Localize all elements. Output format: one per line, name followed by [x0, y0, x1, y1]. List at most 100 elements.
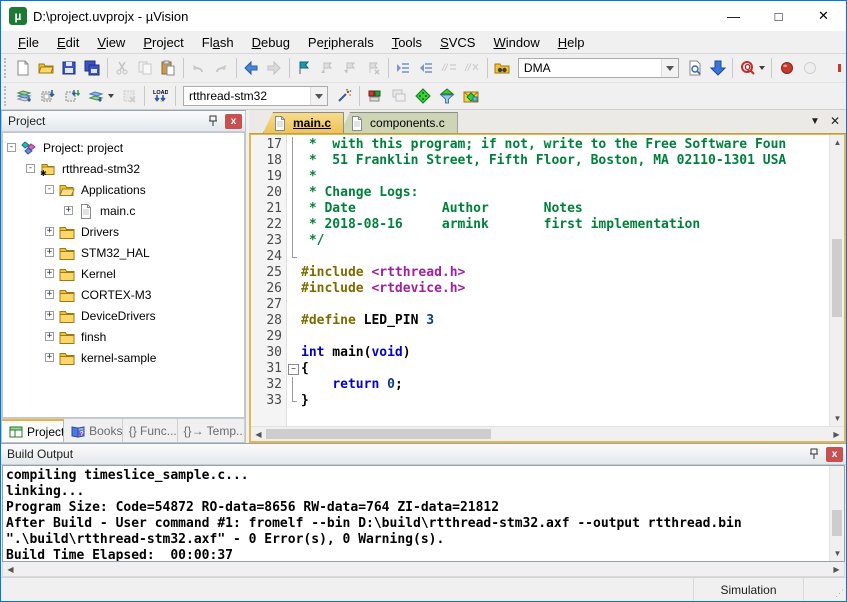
fold-margin[interactable] [287, 135, 299, 426]
scroll-left-icon[interactable]: ◀ [251, 427, 266, 442]
chevron-down-icon[interactable] [310, 87, 327, 105]
tree-item-devicedrivers[interactable]: +DeviceDrivers [7, 305, 244, 326]
expand-icon[interactable]: + [45, 269, 54, 278]
expand-icon[interactable]: + [45, 353, 54, 362]
scroll-up-icon[interactable]: ▲ [830, 135, 845, 150]
disable-breakpoint-button[interactable] [798, 56, 821, 80]
menu-file[interactable]: File [9, 33, 48, 52]
multi-project-button[interactable] [387, 84, 411, 108]
download-button[interactable]: LOAD [148, 84, 172, 108]
target-combobox[interactable]: rtthread-stm32 [183, 86, 328, 106]
build-scroll-down-icon[interactable]: ▼ [830, 546, 845, 561]
quick-search-button[interactable]: Q [736, 56, 759, 80]
navigate-forward-button[interactable] [263, 56, 286, 80]
editor-vertical-scrollbar[interactable]: ▲ ▼ [829, 135, 844, 426]
kill-breakpoints-button[interactable] [821, 56, 844, 80]
runtime-environment-button[interactable] [411, 84, 435, 108]
menu-svcs[interactable]: SVCS [431, 33, 484, 52]
comment-button[interactable]: // [438, 56, 461, 80]
tab-list-dropdown-icon[interactable]: ▼ [810, 116, 820, 127]
expand-icon[interactable]: + [45, 332, 54, 341]
menu-view[interactable]: View [88, 33, 134, 52]
tree-item-finsh[interactable]: +finsh [7, 326, 244, 347]
open-file-button[interactable] [35, 56, 58, 80]
batch-build-dropdown[interactable] [108, 94, 114, 98]
translate-button[interactable] [12, 84, 36, 108]
undo-button[interactable] [187, 56, 210, 80]
tree-item-drivers[interactable]: +Drivers [7, 221, 244, 242]
clear-bookmarks-button[interactable] [362, 56, 385, 80]
build-button[interactable] [36, 84, 60, 108]
menu-tools[interactable]: Tools [383, 33, 431, 52]
collapse-icon[interactable]: - [26, 164, 35, 173]
menu-debug[interactable]: Debug [243, 33, 299, 52]
expand-icon[interactable]: + [45, 311, 54, 320]
tree-item-project-project[interactable]: -Project: project [7, 137, 244, 158]
fold-collapse-icon[interactable] [287, 361, 299, 377]
redo-button[interactable] [210, 56, 233, 80]
pin-icon[interactable] [204, 113, 222, 129]
find-in-files-button[interactable] [491, 56, 514, 80]
project-panel-close-icon[interactable]: x [225, 114, 242, 129]
incremental-find-button[interactable] [706, 56, 729, 80]
document-close-icon[interactable]: ✕ [830, 114, 840, 128]
menu-window[interactable]: Window [484, 33, 548, 52]
tree-item-stm32-hal[interactable]: +STM32_HAL [7, 242, 244, 263]
paste-button[interactable] [157, 56, 180, 80]
collapse-icon[interactable]: - [45, 185, 54, 194]
select-software-packs-button[interactable] [435, 84, 459, 108]
tree-item-kernel-sample[interactable]: +kernel-sample [7, 347, 244, 368]
find-button[interactable] [683, 56, 706, 80]
tree-item-main-c[interactable]: +main.c [7, 200, 244, 221]
uncomment-button[interactable]: // [461, 56, 484, 80]
cut-button[interactable] [111, 56, 134, 80]
indent-button[interactable] [392, 56, 415, 80]
build-scroll-left-icon[interactable]: ◀ [3, 562, 18, 577]
resize-grip[interactable]: ⋰ [832, 578, 846, 601]
scroll-right-icon[interactable]: ▶ [829, 427, 844, 442]
build-vertical-scrollbar[interactable]: ▼ [829, 466, 844, 561]
build-pin-icon[interactable] [805, 446, 823, 462]
search-combobox[interactable]: DMA [518, 58, 679, 78]
expand-icon[interactable]: + [64, 206, 73, 215]
new-file-button[interactable] [12, 56, 35, 80]
panel-tab--temp-[interactable]: {}→ Temp... [178, 419, 245, 442]
minimize-button[interactable]: — [711, 1, 756, 31]
toggle-bookmark-button[interactable] [293, 56, 316, 80]
tree-item-rtthread-stm32[interactable]: -✱rtthread-stm32 [7, 158, 244, 179]
tree-item-applications[interactable]: -Applications [7, 179, 244, 200]
maximize-button[interactable]: □ [756, 1, 801, 31]
panel-tab-books[interactable]: ?Books [64, 419, 123, 442]
document-tab-components-c[interactable]: components.c [340, 112, 458, 133]
quick-search-dropdown[interactable] [759, 66, 765, 70]
build-scroll-right-icon[interactable]: ▶ [829, 562, 844, 577]
build-output-close-icon[interactable]: x [826, 447, 843, 462]
build-output-text[interactable]: compiling timeslice_sample.c...linking..… [3, 466, 829, 561]
stop-build-button[interactable] [117, 84, 141, 108]
scroll-down-icon[interactable]: ▼ [830, 411, 845, 426]
menu-project[interactable]: Project [134, 33, 192, 52]
previous-bookmark-button[interactable] [316, 56, 339, 80]
menu-help[interactable]: Help [549, 33, 594, 52]
rebuild-button[interactable] [60, 84, 84, 108]
chevron-down-icon[interactable] [661, 59, 678, 77]
menu-edit[interactable]: Edit [48, 33, 88, 52]
expand-icon[interactable]: + [45, 290, 54, 299]
editor-horizontal-scrollbar[interactable]: ◀ ▶ [251, 426, 844, 441]
expand-icon[interactable]: + [45, 248, 54, 257]
next-bookmark-button[interactable] [339, 56, 362, 80]
target-options-button[interactable] [332, 84, 356, 108]
navigate-back-button[interactable] [240, 56, 263, 80]
document-tab-main-c[interactable]: main.c [263, 112, 344, 133]
build-horizontal-scrollbar[interactable]: ◀ ▶ [2, 562, 845, 577]
collapse-icon[interactable]: - [7, 143, 16, 152]
code-editor[interactable]: * with this program; if not, write to th… [299, 135, 829, 426]
save-all-button[interactable] [81, 56, 104, 80]
panel-tab-project[interactable]: Project [2, 419, 64, 442]
manage-components-button[interactable] [363, 84, 387, 108]
outdent-button[interactable] [415, 56, 438, 80]
batch-build-button[interactable] [84, 84, 108, 108]
panel-tab--func-[interactable]: {} Func... [123, 419, 178, 442]
menu-peripherals[interactable]: Peripherals [299, 33, 383, 52]
pack-installer-button[interactable] [459, 84, 483, 108]
